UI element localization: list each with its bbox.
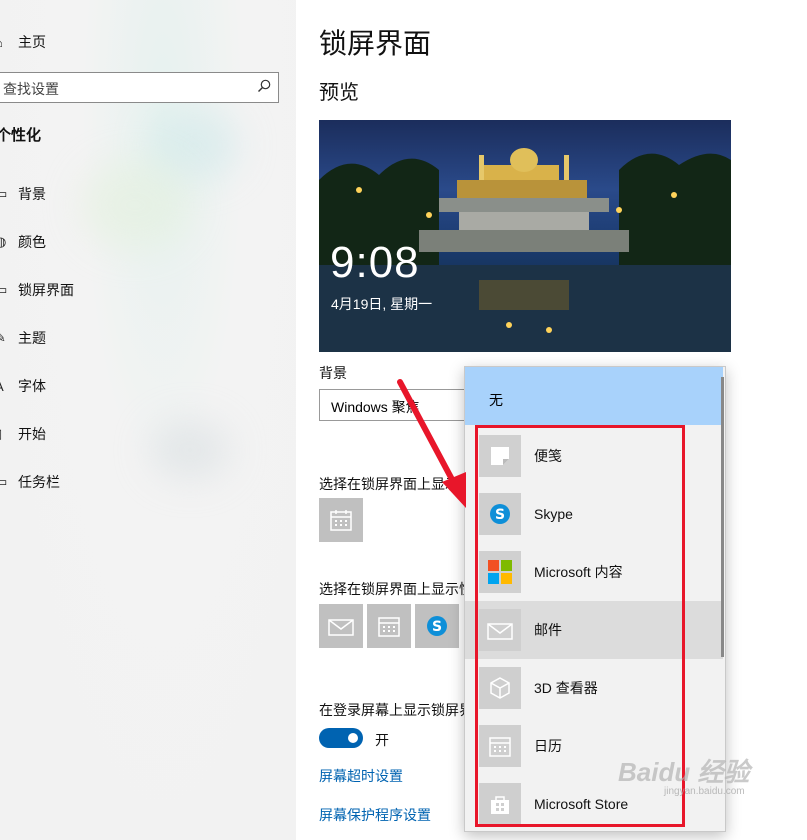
sidebar-item-themes[interactable]: ✎ 主题 <box>0 328 46 348</box>
background-select[interactable]: Windows 聚焦 <box>319 389 479 421</box>
calendar-icon <box>330 510 352 531</box>
toggle-knob <box>348 733 358 743</box>
dropdown-item-skype[interactable]: S Skype <box>465 485 723 543</box>
sidebar-item-label: 主题 <box>18 330 46 346</box>
store-icon <box>479 783 521 825</box>
sidebar-item-colors[interactable]: ◍ 颜色 <box>0 232 46 252</box>
preview-image <box>319 148 731 352</box>
microsoft-logo-icon <box>479 551 521 593</box>
sidebar-item-background[interactable]: ▭ 背景 <box>0 184 46 204</box>
start-icon: ▯ <box>0 426 9 442</box>
sidebar-item-label: 字体 <box>18 378 46 394</box>
dropdown-item-microsoft-content[interactable]: Microsoft 内容 <box>465 543 723 601</box>
sidebar-item-label: 颜色 <box>18 234 46 250</box>
search-placeholder: 查找设置 <box>3 81 59 97</box>
search-input[interactable]: 查找设置 <box>0 72 279 103</box>
signin-background-label: 在登录屏幕上显示锁屏界面背景图片 <box>319 702 464 718</box>
toggle-state-label: 开 <box>375 732 389 748</box>
sidebar-group-title: 个性化 <box>0 127 42 144</box>
dropdown-item-none[interactable]: 无 <box>465 367 723 425</box>
sidebar-item-label: 开始 <box>18 426 46 442</box>
signin-background-toggle[interactable] <box>319 728 363 748</box>
sidebar-item-label: 锁屏界面 <box>18 282 74 298</box>
dropdown-item-label: Microsoft 内容 <box>534 564 623 580</box>
page-title: 锁屏界面 <box>319 28 432 59</box>
baidu-watermark: Baidu 经验 <box>618 757 750 787</box>
skype-icon: S <box>479 493 521 535</box>
svg-text:S: S <box>432 619 442 635</box>
cube-icon <box>479 667 521 709</box>
sidebar-item-taskbar[interactable]: ▭ 任务栏 <box>0 472 60 492</box>
background-label: 背景 <box>319 365 347 381</box>
preview-heading: 预览 <box>319 82 359 104</box>
watermark-url: jingyan.baidu.com <box>664 786 745 797</box>
monitor-icon: ▭ <box>0 282 8 297</box>
preview-clock: 9:08 <box>330 238 420 287</box>
lockscreen-preview: 9:08 4月19日, 星期一 <box>319 120 731 352</box>
dropdown-item-label: 便笺 <box>534 448 562 464</box>
quick-status-label: 选择在锁屏界面上显示快速状态的应用 <box>319 581 464 597</box>
search-icon[interactable] <box>256 78 272 94</box>
dropdown-item-3d-viewer[interactable]: 3D 查看器 <box>465 659 723 717</box>
palette-icon: ◍ <box>0 234 7 249</box>
screensaver-link[interactable]: 屏幕保护程序设置 <box>319 805 431 825</box>
screen-timeout-link[interactable]: 屏幕超时设置 <box>319 766 403 786</box>
brush-icon: ✎ <box>0 330 6 345</box>
dropdown-scrollbar[interactable] <box>721 377 724 657</box>
mail-icon <box>328 619 354 636</box>
sidebar-home[interactable]: ⌂ 主页 <box>0 32 46 52</box>
sidebar-item-lockscreen[interactable]: ▭ 锁屏界面 <box>0 280 74 300</box>
sidebar-item-start[interactable]: ▯ 开始 <box>0 424 46 444</box>
mail-icon <box>479 609 521 651</box>
taskbar-icon: ▭ <box>0 474 8 489</box>
skype-icon: S <box>427 616 447 636</box>
sticky-notes-icon <box>479 435 521 477</box>
sidebar-home-label: 主页 <box>18 34 46 50</box>
quick-status-tile-skype[interactable]: S <box>415 604 459 648</box>
detailed-status-app-tile[interactable] <box>319 498 363 542</box>
quick-status-tile-mail[interactable] <box>319 604 363 648</box>
dropdown-item-sticky-notes[interactable]: 便笺 <box>465 427 723 485</box>
dropdown-item-label: 邮件 <box>534 622 562 638</box>
preview-date: 4月19日, 星期一 <box>331 296 433 312</box>
quick-status-tile-calendar[interactable] <box>367 604 411 648</box>
dropdown-item-label: 3D 查看器 <box>534 680 598 696</box>
home-icon: ⌂ <box>0 35 9 50</box>
dropdown-item-label: Skype <box>534 506 573 522</box>
dropdown-item-mail[interactable]: 邮件 <box>465 601 723 659</box>
image-icon: ▭ <box>0 186 8 201</box>
svg-text:S: S <box>495 507 505 523</box>
dropdown-item-label: Microsoft Store <box>534 796 629 812</box>
calendar-icon <box>479 725 521 767</box>
calendar-icon <box>378 617 400 637</box>
dropdown-item-label: 日历 <box>534 738 562 754</box>
settings-sidebar: ⌂ 主页 查找设置 个性化 ▭ 背景 ◍ 颜色 ▭ 锁屏界面 ✎ 主题 A 字体… <box>0 0 296 840</box>
detailed-status-label: 选择在锁屏界面上显示详细状态的应用 <box>319 476 464 492</box>
sidebar-item-label: 背景 <box>18 186 46 202</box>
sidebar-item-label: 任务栏 <box>18 474 60 490</box>
font-icon: A <box>0 379 9 394</box>
sidebar-item-fonts[interactable]: A 字体 <box>0 376 46 396</box>
